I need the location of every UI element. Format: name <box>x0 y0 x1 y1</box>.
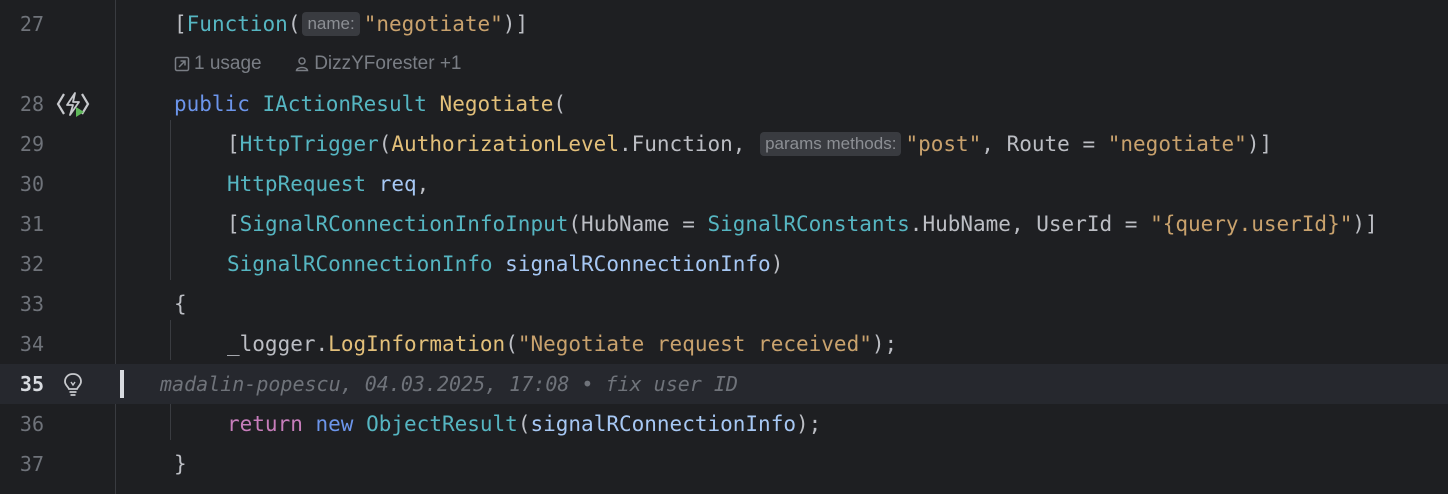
line-number: 30 <box>19 172 44 196</box>
code-lens: 1 usage DizzYForester +1 <box>174 44 461 87</box>
line-number: 32 <box>19 252 44 276</box>
code-line-37[interactable]: 37 } <box>0 444 1448 484</box>
code-lens-row: 1 usage DizzYForester +1 <box>0 44 1448 84</box>
line-number: 37 <box>19 452 44 476</box>
code-text: [HttpTrigger(AuthorizationLevel.Function… <box>227 132 1273 156</box>
author-name: DizzYForester +1 <box>314 53 462 74</box>
code-line-32[interactable]: 32 SignalRConnectionInfo signalRConnecti… <box>0 244 1448 284</box>
code-text: [SignalRConnectionInfoInput(HubName = Si… <box>227 212 1378 236</box>
line-number: 36 <box>19 412 44 436</box>
line-number: 27 <box>19 12 44 36</box>
line-number: 28 <box>19 92 44 116</box>
code-text: } <box>174 452 187 476</box>
code-text: { <box>174 292 187 316</box>
usage-link[interactable]: 1 usage <box>174 53 262 74</box>
code-line-36[interactable]: 36 return new ObjectResult(signalRConnec… <box>0 404 1448 444</box>
person-icon <box>294 47 310 87</box>
line-number: 34 <box>19 332 44 356</box>
line-number: 35 <box>19 372 44 396</box>
code-text: return new ObjectResult(signalRConnectio… <box>227 412 822 436</box>
code-line-35-current[interactable]: 35 madalin-popescu, 04.03.2025, 17:08 • … <box>0 364 1448 404</box>
code-text: [Function(name: "negotiate")] <box>174 12 529 36</box>
code-line-34[interactable]: 34 _logger.LogInformation("Negotiate req… <box>0 324 1448 364</box>
code-line-29[interactable]: 29 [HttpTrigger(AuthorizationLevel.Funct… <box>0 124 1448 164</box>
external-link-icon <box>174 47 190 87</box>
code-editor[interactable]: 27 [Function(name: "negotiate")] 1 usage … <box>0 0 1448 494</box>
line-number: 31 <box>19 212 44 236</box>
code-line-33[interactable]: 33 { <box>0 284 1448 324</box>
code-line-28[interactable]: 28 public IActionResult Negotiate( <box>0 84 1448 124</box>
code-line-30[interactable]: 30 HttpRequest req, <box>0 164 1448 204</box>
git-blame-annotation: madalin-popescu, 04.03.2025, 17:08 • fix… <box>160 372 738 396</box>
code-text: public IActionResult Negotiate( <box>174 92 566 116</box>
code-text: _logger.LogInformation("Negotiate reques… <box>227 332 898 356</box>
code-line-31[interactable]: 31 [SignalRConnectionInfoInput(HubName =… <box>0 204 1448 244</box>
lightbulb-icon[interactable] <box>62 372 84 402</box>
code-text: SignalRConnectionInfo signalRConnectionI… <box>227 252 784 276</box>
line-number: 33 <box>19 292 44 316</box>
code-text: HttpRequest req, <box>227 172 430 196</box>
code-line-27[interactable]: 27 [Function(name: "negotiate")] <box>0 4 1448 44</box>
text-caret <box>120 370 124 398</box>
usage-count: 1 usage <box>194 53 262 74</box>
inlay-hint: name: <box>302 12 360 36</box>
azure-function-run-icon[interactable] <box>56 90 90 122</box>
author-link[interactable]: DizzYForester +1 <box>294 53 461 74</box>
line-number: 29 <box>19 132 44 156</box>
inlay-hint: params methods: <box>760 132 902 156</box>
